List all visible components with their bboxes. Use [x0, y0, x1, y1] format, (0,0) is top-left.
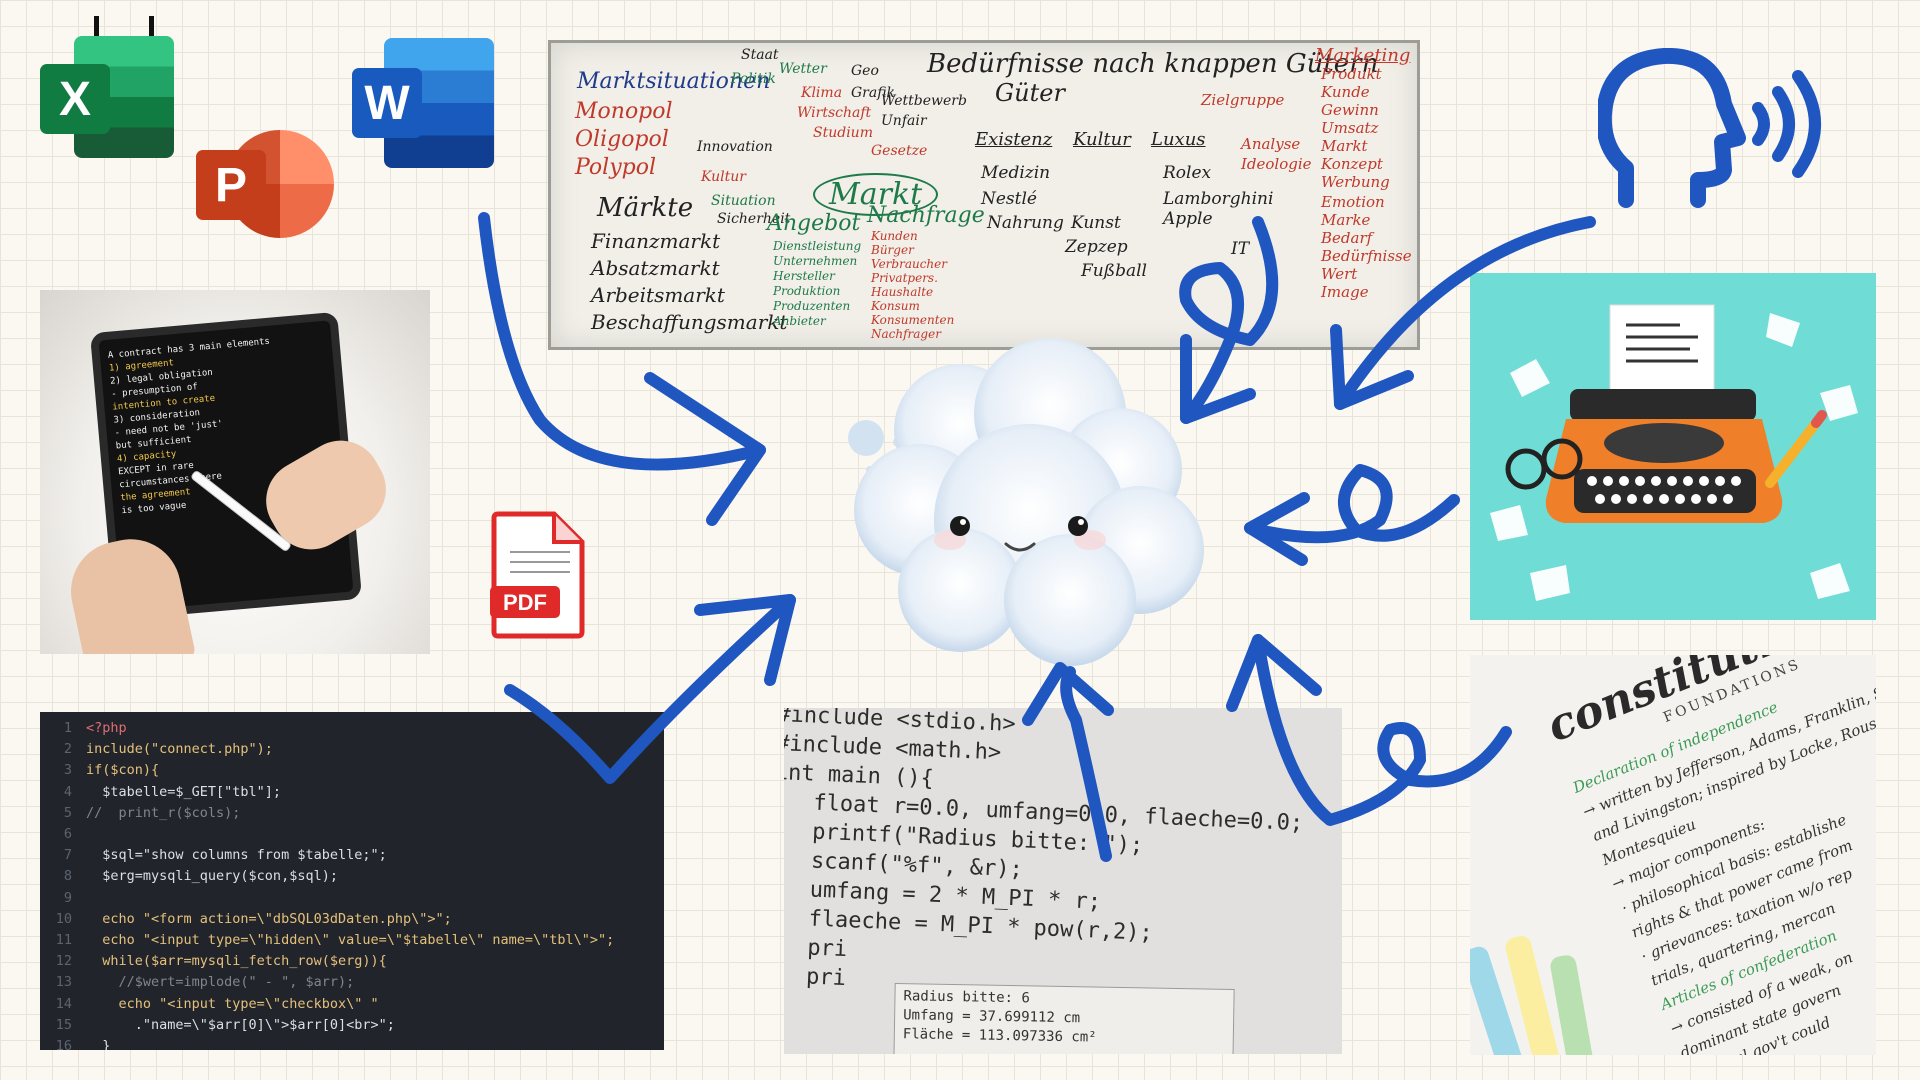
- arrow-speech-to-cloud: [1334, 216, 1596, 410]
- arrows-overlay: [478, 212, 1596, 862]
- arrow-typewriter-loop: [1244, 464, 1460, 544]
- arrow-code-to-cloud: [504, 594, 796, 784]
- arrow-whiteboard-loop: [1179, 216, 1279, 424]
